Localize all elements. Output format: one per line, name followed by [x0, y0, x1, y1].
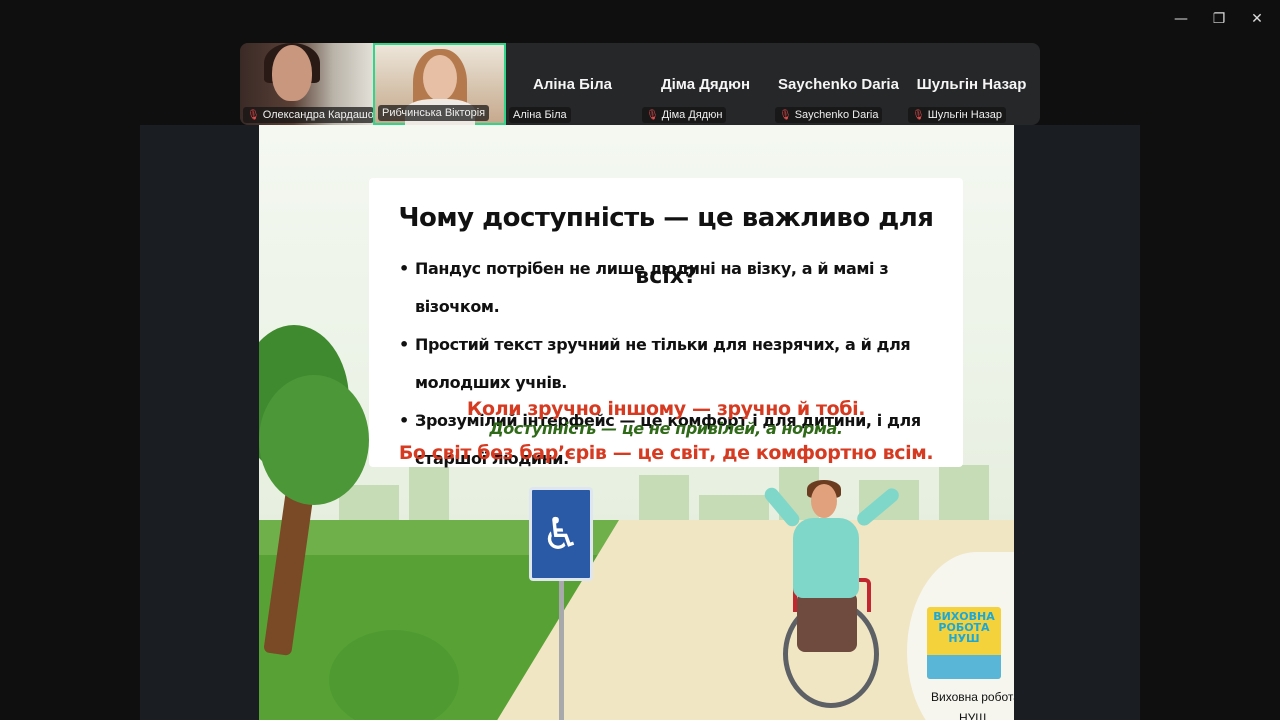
muted-mic-icon: 🎙 [779, 109, 792, 121]
muted-mic-icon: 🎙 [646, 109, 659, 121]
participant-tile[interactable]: 🎙 Олександра Кардашо... [240, 43, 374, 125]
participant-nameplate: 🎙 Saychenko Daria [775, 107, 883, 123]
participant-name: Рибчинська Вікторія [382, 107, 486, 119]
participant-display-name: Аліна Біла [533, 76, 612, 93]
highlight-line-green: Доступність — це не привілей, а норма. [489, 419, 843, 438]
book-cover-logo: ВИХОВНА РОБОТА НУШ [927, 607, 1001, 679]
participant-name: Аліна Біла [513, 109, 567, 121]
participant-name: Олександра Кардашо... [262, 109, 374, 121]
close-button[interactable]: ✕ [1238, 8, 1276, 30]
participant-nameplate: 🎙 Шульгін Назар [908, 107, 1006, 123]
sign-pole [559, 570, 564, 720]
participant-tile[interactable]: Діма Дядюн 🎙 Діма Дядюн [639, 43, 772, 125]
minimize-button[interactable]: — [1162, 8, 1200, 30]
slide-text-card: Чому доступність — це важливо для всіх? … [369, 178, 963, 468]
participant-tile[interactable]: Аліна Біла Аліна Біла [506, 43, 639, 125]
bush-illustration [329, 630, 459, 720]
window-controls: — ❐ ✕ [1162, 8, 1276, 30]
bullet-item: Пандус потрібен не лише людині на візку,… [399, 250, 959, 326]
wheelchair-sign-icon: ♿ [529, 487, 593, 581]
participant-name: Діма Дядюн [661, 109, 723, 121]
participant-nameplate: Рибчинська Вікторія [378, 105, 490, 121]
participant-nameplate: 🎙 Олександра Кардашо... [243, 107, 374, 123]
participant-name: Шульгін Назар [927, 109, 1002, 121]
wheelchair-user-illustration [749, 480, 929, 720]
participant-tile-active-speaker[interactable]: Рибчинська Вікторія [373, 43, 506, 125]
slide-title: Чому доступність — це важливо для [398, 203, 934, 233]
participant-name: Saychenko Daria [794, 109, 879, 121]
participant-display-name: Шульгін Назар [916, 76, 1027, 93]
participant-display-name: Saychenko Daria [778, 76, 899, 93]
badge-caption-2: НУШ [959, 711, 987, 720]
bullet-item: Простий текст зручний не тільки для незр… [399, 326, 959, 402]
highlight-line-1: Коли зручно іншому — зручно й тобі. [466, 398, 866, 420]
participant-tile[interactable]: Шульгін Назар 🎙 Шульгін Назар [905, 43, 1038, 125]
highlight-line-2: Бо світ без бар’єрів — це світ, де комфо… [398, 442, 934, 464]
muted-mic-icon: 🎙 [912, 109, 925, 121]
restore-button[interactable]: ❐ [1200, 8, 1238, 30]
tree-crown [259, 375, 369, 505]
participant-nameplate: Аліна Біла [509, 107, 571, 123]
participant-display-name: Діма Дядюн [660, 76, 751, 93]
badge-caption: Виховна робота [931, 690, 1014, 704]
participant-strip: 🎙 Олександра Кардашо... Рибчинська Вікто… [240, 43, 1040, 125]
participant-tile[interactable]: Saychenko Daria 🎙 Saychenko Daria [772, 43, 905, 125]
book-cover-title: ВИХОВНА РОБОТА НУШ [933, 610, 995, 645]
participant-nameplate: 🎙 Діма Дядюн [642, 107, 727, 123]
muted-mic-icon: 🎙 [247, 109, 260, 121]
